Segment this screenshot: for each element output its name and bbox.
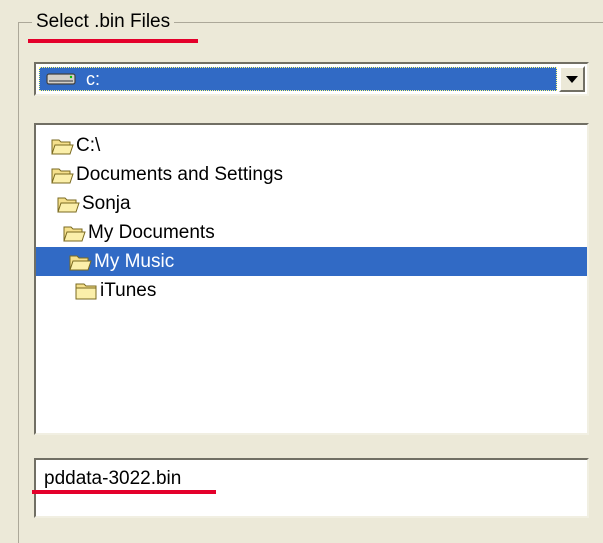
file-name-field[interactable]: pddata-3022.bin bbox=[34, 458, 589, 518]
folder-list[interactable]: C:\ Documents and Settings Sonja My Docu… bbox=[34, 123, 589, 435]
drive-label: c: bbox=[86, 68, 101, 89]
folder-label: iTunes bbox=[100, 279, 157, 301]
folder-item-sonja[interactable]: Sonja bbox=[36, 189, 587, 218]
folder-label: Documents and Settings bbox=[76, 163, 284, 185]
closed-folder-icon bbox=[75, 283, 97, 299]
drive-icon bbox=[46, 73, 76, 85]
drive-select[interactable]: c: bbox=[34, 62, 589, 96]
chevron-down-icon bbox=[566, 75, 578, 83]
folder-item-documents-and-settings[interactable]: Documents and Settings bbox=[36, 160, 587, 189]
folder-item-itunes[interactable]: iTunes bbox=[36, 276, 587, 305]
folder-item-my-documents[interactable]: My Documents bbox=[36, 218, 587, 247]
folder-label: C:\ bbox=[76, 134, 101, 156]
file-name-text: pddata-3022.bin bbox=[44, 468, 182, 489]
open-folder-icon bbox=[51, 139, 74, 154]
folder-item-c-root[interactable]: C:\ bbox=[36, 131, 587, 160]
drive-selected-item[interactable]: c: bbox=[39, 67, 557, 91]
group-title: Select .bin Files bbox=[32, 10, 175, 34]
open-folder-icon bbox=[69, 255, 92, 270]
open-folder-icon bbox=[51, 168, 74, 183]
folder-label: Sonja bbox=[82, 192, 131, 214]
file-underline-annotation bbox=[32, 490, 216, 494]
dropdown-button[interactable] bbox=[559, 66, 585, 92]
title-underline-annotation bbox=[28, 39, 198, 43]
folder-label: My Documents bbox=[88, 221, 215, 243]
folder-label: My Music bbox=[94, 250, 175, 272]
open-folder-icon bbox=[57, 197, 80, 212]
folder-item-my-music[interactable]: My Music bbox=[36, 247, 587, 276]
open-folder-icon bbox=[63, 226, 86, 241]
